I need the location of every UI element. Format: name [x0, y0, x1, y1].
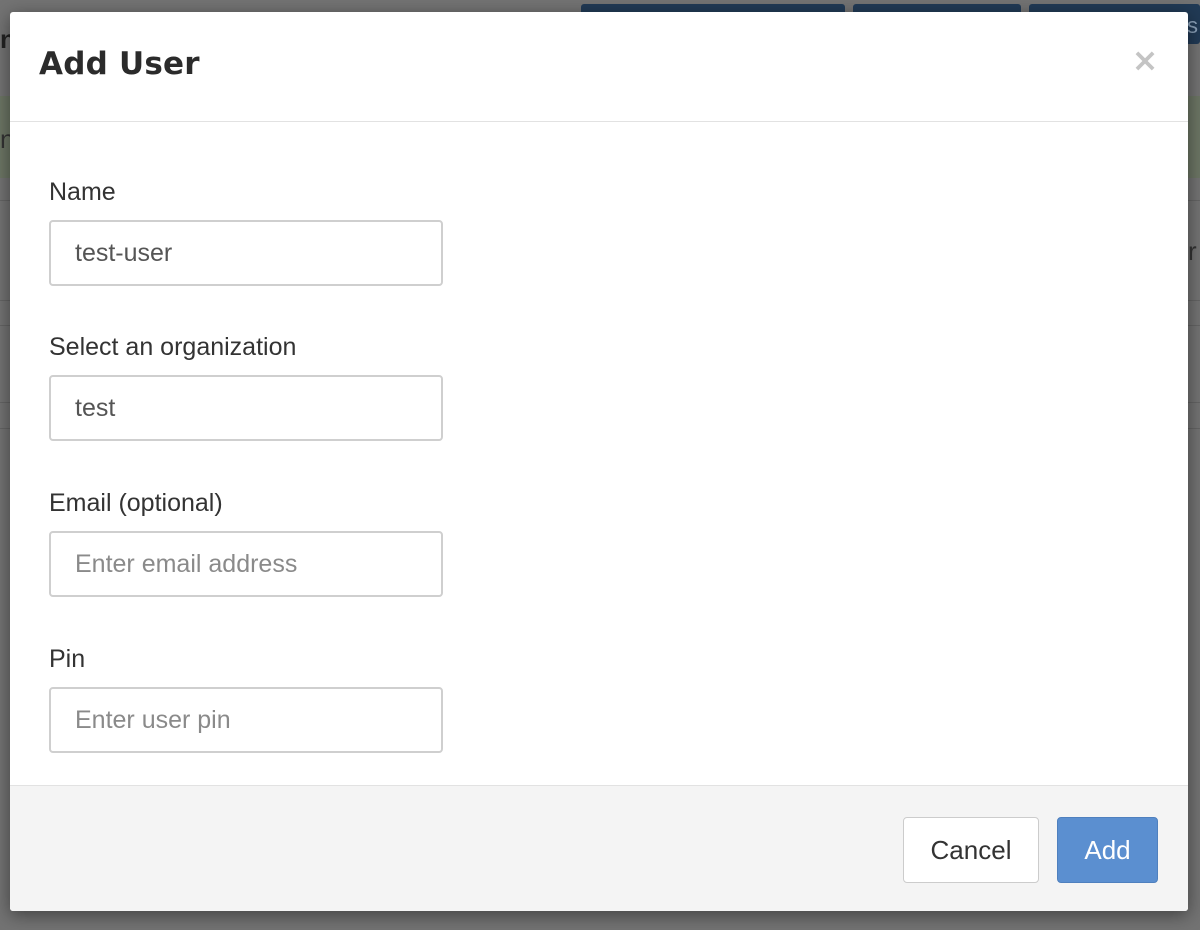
email-input[interactable] — [49, 531, 443, 597]
pin-form-group: Pin — [49, 645, 443, 753]
pin-label: Pin — [49, 645, 86, 673]
email-form-group: Email (optional) — [49, 489, 443, 597]
email-label: Email (optional) — [49, 489, 223, 517]
modal-body: Name Select an organization Email (optio… — [10, 122, 1188, 785]
pin-input[interactable] — [49, 687, 443, 753]
add-user-modal: Add User × Name Select an organization E… — [10, 12, 1188, 911]
modal-header: Add User × — [10, 12, 1188, 122]
name-label: Name — [49, 178, 116, 206]
organization-form-group: Select an organization — [49, 333, 443, 441]
close-icon[interactable]: × — [1130, 42, 1160, 78]
add-button[interactable]: Add — [1057, 817, 1158, 883]
name-form-group: Name — [49, 178, 443, 286]
organization-select[interactable] — [49, 375, 443, 441]
organization-label: Select an organization — [49, 333, 297, 361]
modal-footer: Cancel Add — [10, 785, 1188, 911]
modal-title: Add User — [39, 46, 200, 82]
cancel-button[interactable]: Cancel — [903, 817, 1039, 883]
name-input[interactable] — [49, 220, 443, 286]
background-text-fragment: r — [1188, 236, 1197, 266]
